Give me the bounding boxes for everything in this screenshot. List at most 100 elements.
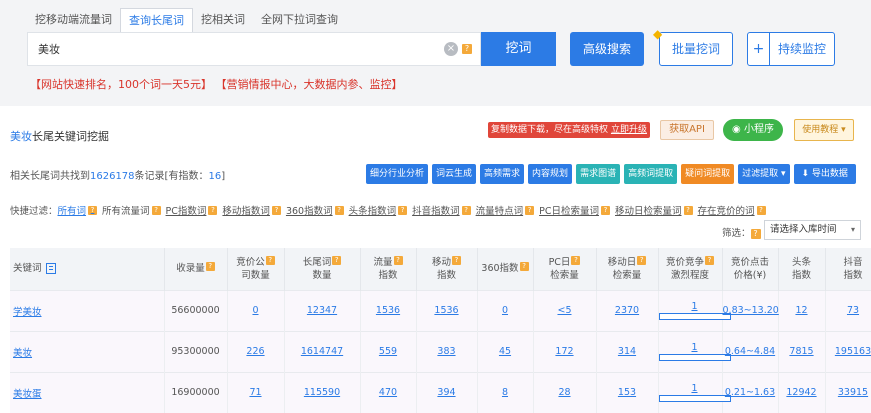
help-icon[interactable]: ? [271,205,281,215]
col-longtail[interactable]: 长尾词? 数量 [284,248,361,290]
price-link[interactable]: 0.64~4.84 [725,346,775,357]
col-pc-daily[interactable]: PC日? 检索量 [533,248,597,290]
clear-icon[interactable]: × [444,42,458,56]
help-icon[interactable]: ? [462,44,472,54]
filter-pc-index[interactable]: PC指数词? [166,203,218,217]
col-bid-companies[interactable]: 竞价公? 司数量 [227,248,285,290]
mobile-daily-link[interactable]: 153 [618,387,636,398]
price-link[interactable]: 0.83~13.20 [723,305,779,316]
pc-daily-link[interactable]: 28 [558,387,570,398]
advanced-search-button[interactable]: 高级搜索 [570,32,644,66]
col-360-index[interactable]: 360指数? [477,248,534,290]
col-collected[interactable]: 收录量? [164,248,228,290]
col-douyin[interactable]: 抖音 指数 [825,248,871,290]
help-icon[interactable]: ? [452,255,461,265]
bid-companies-link[interactable]: 0 [252,305,258,316]
mini-program-button[interactable]: ◉ 小程序 [723,119,783,141]
traffic-link[interactable]: 1536 [376,305,400,316]
compete-indicator[interactable]: 1 [658,301,731,320]
upgrade-banner[interactable]: 复制数据下载，尽在高级特权 立即升级 [488,122,650,138]
export-button[interactable]: ⬇ 导出数据 [793,164,856,184]
compete-indicator[interactable]: 1 [658,342,731,361]
filter-mobile-daily[interactable]: 移动日检索量词? [615,203,693,217]
high-freq-demand-button[interactable]: 高频需求 [480,164,525,184]
filter-all-traffic[interactable]: 所有流量词? [102,203,161,217]
keyword-link[interactable]: 美妆蛋 [13,389,42,400]
help-icon[interactable]: ? [205,262,215,272]
help-icon[interactable]: ? [265,255,275,265]
mobile-link[interactable]: 383 [437,346,455,357]
help-icon[interactable]: ? [571,255,581,265]
toutiao-link[interactable]: 12 [795,305,807,316]
col-mobile-daily[interactable]: 移动日? 检索量 [596,248,659,290]
traffic-link[interactable]: 559 [379,346,397,357]
help-icon[interactable]: ? [398,205,408,215]
longtail-link[interactable]: 12347 [307,305,337,316]
filter-has-bid[interactable]: 存在竞价的词? [698,203,766,217]
filter-traffic-feature[interactable]: 流量特点词? [476,203,535,217]
help-icon[interactable]: ? [756,205,766,215]
batch-dig-button[interactable]: 批量挖词 [659,32,733,66]
filter-douyin-index[interactable]: 抖音指数词? [412,203,471,217]
compete-indicator[interactable]: 1 [658,383,731,403]
mobile-daily-link[interactable]: 2370 [615,305,639,316]
idx360-link[interactable]: 45 [499,346,511,357]
keyword-link[interactable]: 美妆 [13,348,32,359]
high-freq-extract-button[interactable]: 高频词提取 [624,164,678,184]
monitor-button[interactable]: + 持续监控 [747,32,835,66]
toutiao-link[interactable]: 12942 [786,387,816,398]
filter-extract-button[interactable]: 过滤提取 ▾ [738,164,790,184]
col-compete[interactable]: 竞价竞争? 激烈程度 [658,248,723,290]
help-icon[interactable]: ? [601,205,610,215]
bid-companies-link[interactable]: 226 [246,346,264,357]
col-mobile-index[interactable]: 移动? 指数 [416,248,478,290]
mobile-daily-link[interactable]: 314 [618,346,636,357]
help-icon[interactable]: ? [151,205,161,215]
douyin-link[interactable]: 195163 [835,346,871,357]
idx360-link[interactable]: 8 [502,387,508,398]
filter-360-index[interactable]: 360指数词? [286,203,344,217]
col-traffic-index[interactable]: 流量? 指数 [360,248,417,290]
tutorial-button[interactable]: 使用教程 ▾ [794,119,854,141]
industry-analysis-button[interactable]: 细分行业分析 [366,164,429,184]
col-toutiao[interactable]: 头条 指数 [778,248,826,290]
promo-link-ranking[interactable]: 【网站快速排名，100个词一天5元】 [30,78,212,91]
tab-mobile-traffic[interactable]: 挖移动端流量词 [27,8,120,32]
pc-daily-link[interactable]: <5 [557,305,571,316]
keyword-link[interactable]: 学美妆 [13,307,42,318]
douyin-link[interactable]: 73 [847,305,859,316]
get-api-button[interactable]: 获取API [660,120,714,140]
traffic-link[interactable]: 470 [379,387,397,398]
help-icon[interactable]: ? [208,205,218,215]
longtail-link[interactable]: 1614747 [301,346,343,357]
copy-icon[interactable] [45,263,56,275]
toutiao-link[interactable]: 7815 [789,346,813,357]
filter-mobile-index[interactable]: 移动指数词? [222,203,281,217]
tab-dropdown-words[interactable]: 全网下拉词查询 [253,8,346,32]
bid-companies-link[interactable]: 71 [249,387,261,398]
demand-graph-button[interactable]: 需求图谱 [576,164,621,184]
search-input[interactable] [28,33,428,65]
filter-toutiao-index[interactable]: 头条指数词? [349,203,408,217]
douyin-link[interactable]: 33915 [838,387,868,398]
storage-time-select[interactable]: 请选择入库时间 ▾ [764,220,861,240]
help-icon[interactable]: ? [519,262,529,272]
price-link[interactable]: 0.21~1.63 [725,387,775,398]
help-icon[interactable]: ? [88,205,98,215]
help-icon[interactable]: ? [705,255,714,265]
pc-daily-link[interactable]: 172 [555,346,573,357]
mobile-link[interactable]: 1536 [434,305,458,316]
help-icon[interactable]: ? [683,205,693,215]
help-icon[interactable]: ? [334,205,344,215]
upgrade-link[interactable]: 立即升级 [611,125,647,135]
help-icon[interactable]: ? [461,205,471,215]
help-icon[interactable]: ? [750,229,761,239]
content-plan-button[interactable]: 内容规划 [528,164,573,184]
col-price[interactable]: 竞价点击 价格(¥) [722,248,779,290]
help-icon[interactable]: ? [393,255,403,265]
longtail-link[interactable]: 115590 [304,387,340,398]
promo-link-intel[interactable]: 【营销情报中心，大数据内参、监控】 [216,78,403,91]
question-extract-button[interactable]: 疑问词提取 [681,164,735,184]
help-icon[interactable]: ? [525,205,535,215]
help-icon[interactable]: ? [332,255,342,265]
